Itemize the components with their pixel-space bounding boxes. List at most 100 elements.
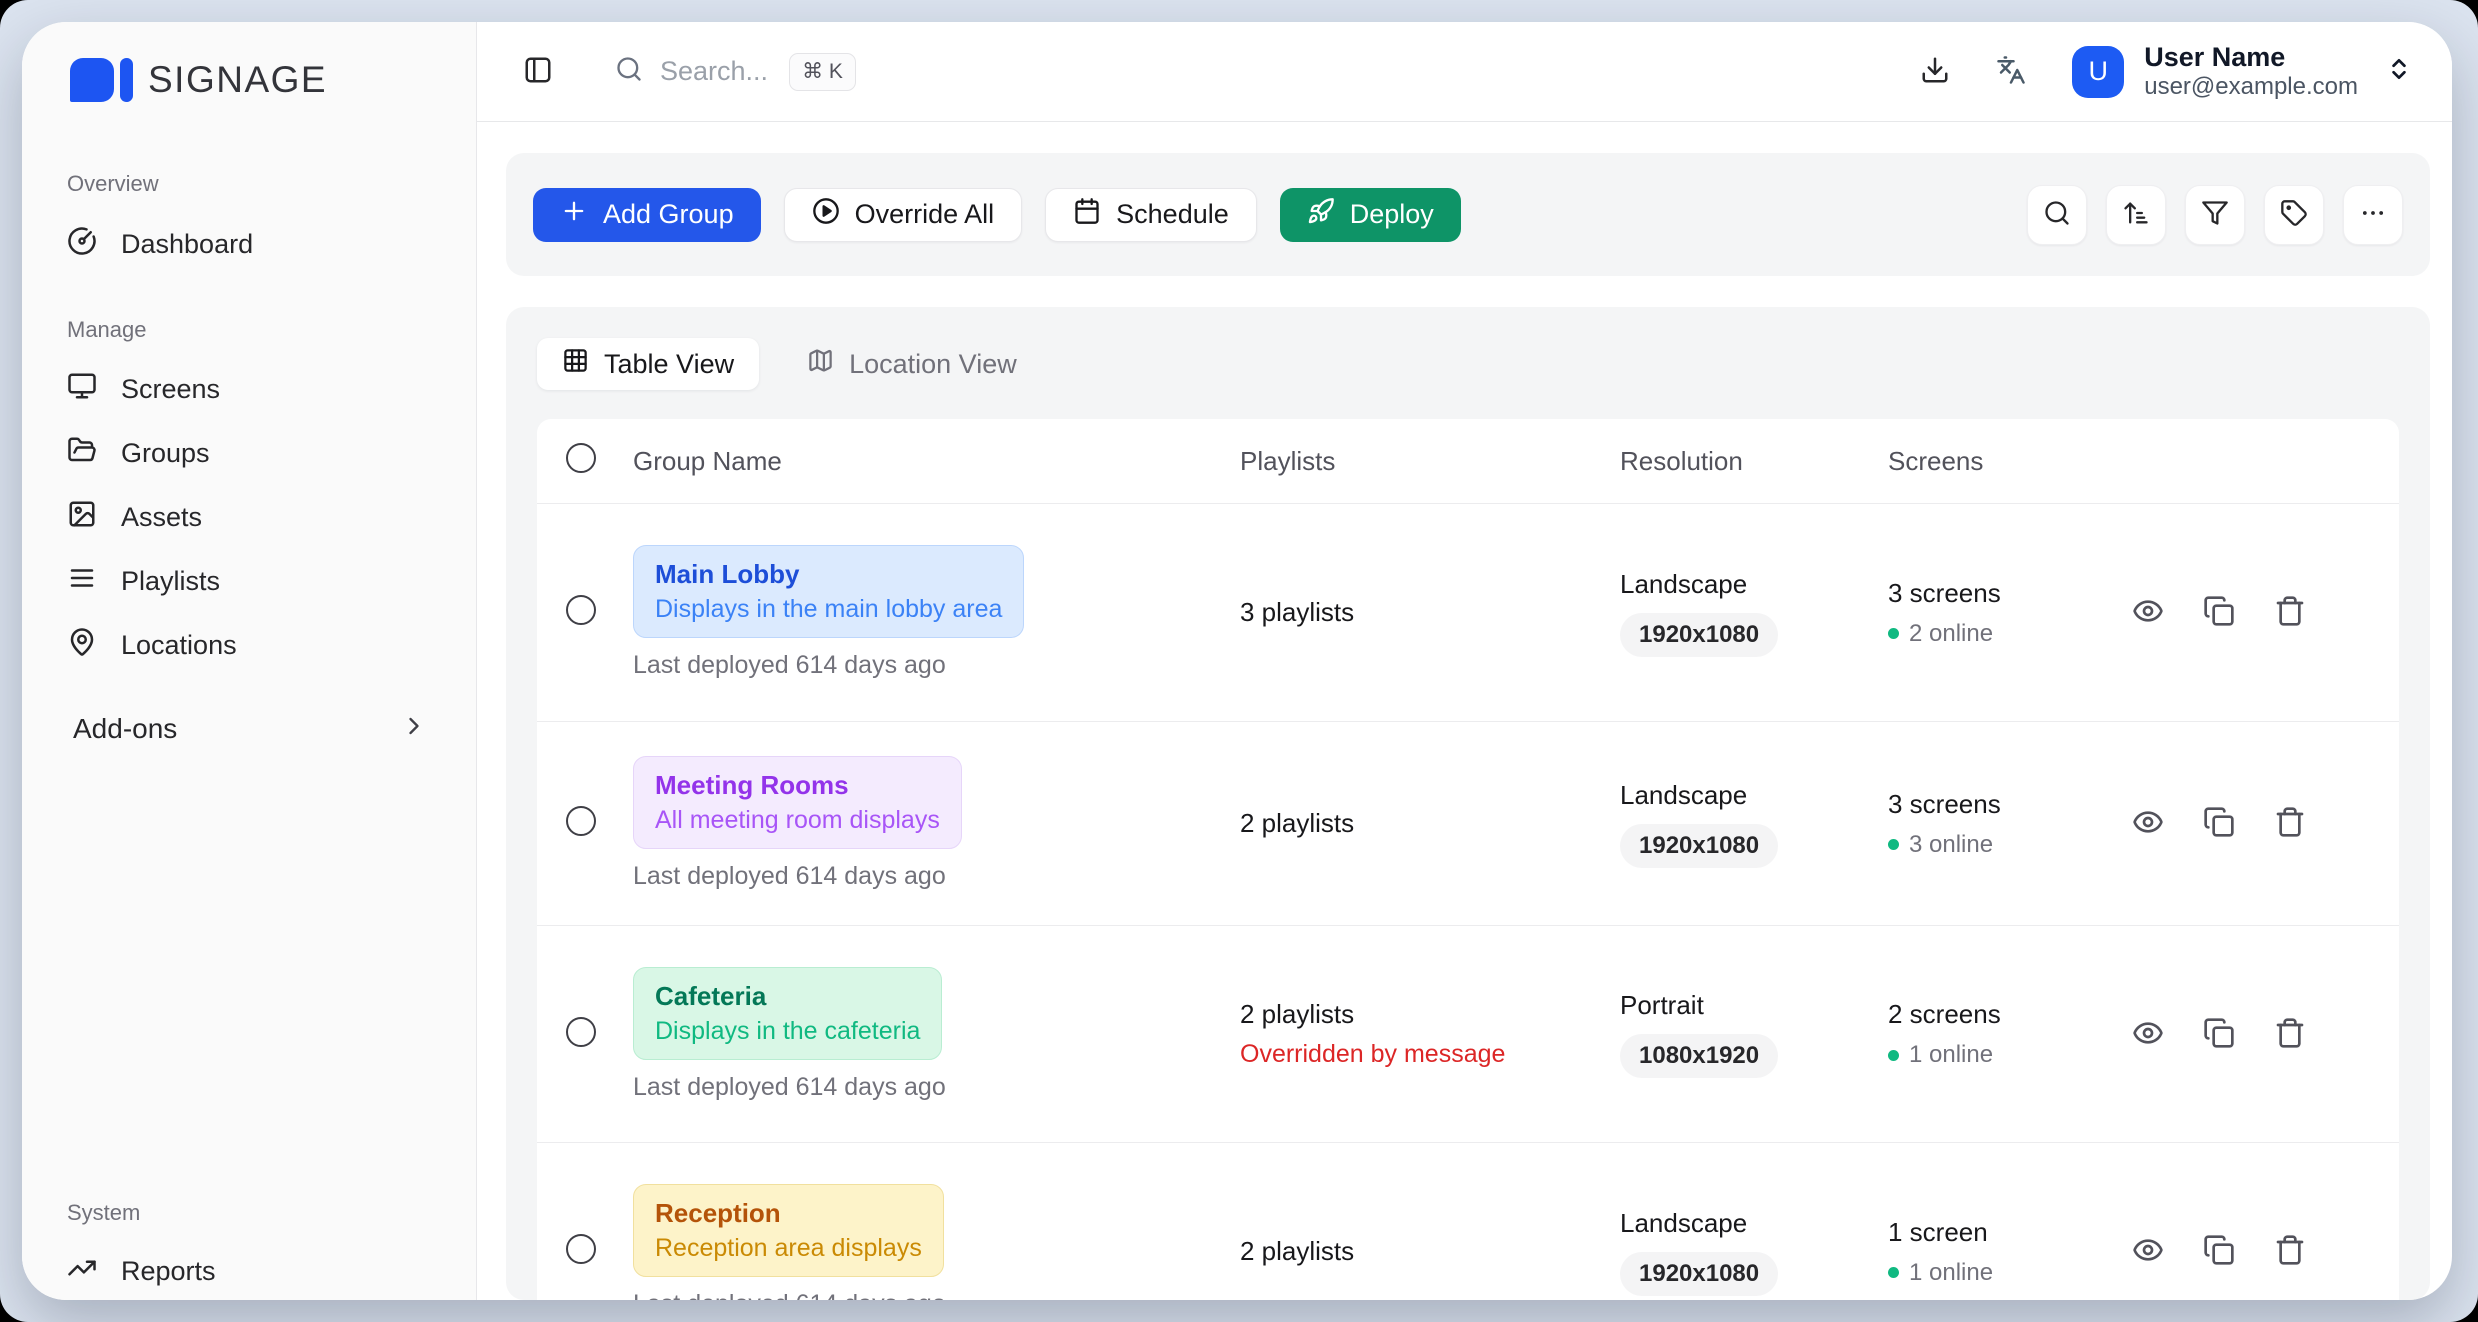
row-checkbox[interactable] — [566, 806, 596, 836]
map-icon — [807, 347, 834, 381]
table-row: Main Lobby Displays in the main lobby ar… — [537, 504, 2399, 722]
sidebar-item-groups[interactable]: Groups — [22, 421, 476, 485]
copy-icon — [2203, 806, 2235, 841]
view-tabs: Table View Location View — [537, 338, 2399, 390]
group-description: Reception area displays — [655, 1234, 922, 1263]
more-options-button[interactable] — [2343, 185, 2403, 245]
duplicate-group-button[interactable] — [2203, 595, 2235, 630]
list-icon — [67, 563, 97, 600]
resolution-badge: 1920x1080 — [1620, 824, 1778, 868]
sidebar-item-reports[interactable]: Reports — [22, 1239, 476, 1300]
delete-group-button[interactable] — [2274, 1017, 2306, 1052]
last-deployed-text: Last deployed 614 days ago — [633, 1073, 1240, 1102]
group-badge[interactable]: Meeting Rooms All meeting room displays — [633, 756, 962, 849]
sidebar-item-addons[interactable]: Add-ons — [22, 697, 476, 761]
sidebar-system-section: System Reports — [22, 1200, 476, 1300]
language-button[interactable] — [1996, 55, 2026, 88]
view-group-button[interactable] — [2132, 595, 2164, 630]
plus-icon — [560, 197, 588, 232]
online-status-dot — [1888, 1050, 1899, 1061]
deploy-button[interactable]: Deploy — [1280, 188, 1461, 242]
topbar: Search... ⌘ K U User Name user@example — [477, 22, 2452, 122]
tag-button[interactable] — [2264, 185, 2324, 245]
groups-panel: Table View Location View Group Name Play… — [506, 307, 2430, 1300]
folder-open-icon — [67, 435, 97, 472]
trash-icon — [2274, 806, 2306, 841]
trending-up-icon — [67, 1253, 97, 1290]
table-row: Reception Reception area displays Last d… — [537, 1143, 2399, 1300]
resolution-badge: 1080x1920 — [1620, 1034, 1778, 1078]
search-input[interactable]: Search... ⌘ K — [615, 53, 856, 91]
sidebar-item-label: Reports — [121, 1256, 216, 1287]
sidebar-item-assets[interactable]: Assets — [22, 485, 476, 549]
filter-button[interactable] — [2185, 185, 2245, 245]
eye-icon — [2132, 806, 2164, 841]
orientation-label: Landscape — [1620, 780, 1888, 811]
screen-background: SIGNAGE Overview Dashboard Manage Screen… — [0, 0, 2478, 1322]
user-menu[interactable]: U User Name user@example.com — [2072, 41, 2412, 102]
tab-table-view[interactable]: Table View — [537, 338, 759, 390]
group-badge[interactable]: Reception Reception area displays — [633, 1184, 944, 1277]
sidebar-item-screens[interactable]: Screens — [22, 357, 476, 421]
sidebar-item-dashboard[interactable]: Dashboard — [22, 212, 476, 276]
group-description: Displays in the cafeteria — [655, 1017, 920, 1046]
table-body: Main Lobby Displays in the main lobby ar… — [537, 504, 2399, 1300]
online-status-dot — [1888, 1267, 1899, 1278]
delete-group-button[interactable] — [2274, 1234, 2306, 1269]
search-icon — [615, 55, 643, 88]
download-icon — [1920, 55, 1950, 88]
sidebar-item-label: Add-ons — [73, 713, 177, 745]
duplicate-group-button[interactable] — [2203, 1234, 2235, 1269]
user-name: User Name — [2144, 41, 2358, 73]
row-checkbox[interactable] — [566, 595, 596, 625]
group-badge[interactable]: Cafeteria Displays in the cafeteria — [633, 967, 942, 1060]
online-count: 2 online — [1909, 620, 1993, 648]
online-status: 2 online — [1888, 620, 2132, 648]
download-button[interactable] — [1920, 55, 1950, 88]
online-status: 1 online — [1888, 1259, 2132, 1287]
orientation-label: Landscape — [1620, 1208, 1888, 1239]
brand-logo: SIGNAGE — [22, 55, 476, 105]
delete-group-button[interactable] — [2274, 595, 2306, 630]
header-resolution: Resolution — [1620, 446, 1888, 477]
schedule-button[interactable]: Schedule — [1045, 188, 1257, 242]
add-group-button[interactable]: Add Group — [533, 188, 761, 242]
table-row: Cafeteria Displays in the cafeteria Last… — [537, 926, 2399, 1143]
row-checkbox[interactable] — [566, 1017, 596, 1047]
view-group-button[interactable] — [2132, 1017, 2164, 1052]
panel-left-icon — [523, 55, 553, 88]
view-group-button[interactable] — [2132, 806, 2164, 841]
translate-icon — [1996, 55, 2026, 88]
sidebar-toggle-button[interactable] — [523, 55, 553, 88]
playlists-count: 2 playlists — [1240, 1236, 1620, 1267]
user-email: user@example.com — [2144, 73, 2358, 102]
sidebar-item-label: Locations — [121, 630, 237, 661]
copy-icon — [2203, 1017, 2235, 1052]
sidebar-section-manage: Manage — [22, 317, 476, 343]
screens-count: 2 screens — [1888, 999, 2132, 1030]
button-label: Override All — [855, 199, 995, 230]
sidebar-item-label: Screens — [121, 374, 220, 405]
override-text: Overridden by message — [1240, 1040, 1620, 1069]
duplicate-group-button[interactable] — [2203, 806, 2235, 841]
header-screens: Screens — [1888, 446, 2132, 477]
view-group-button[interactable] — [2132, 1234, 2164, 1269]
playlists-count: 2 playlists — [1240, 808, 1620, 839]
override-all-button[interactable]: Override All — [784, 188, 1023, 242]
row-checkbox[interactable] — [566, 1234, 596, 1264]
sort-button[interactable] — [2106, 185, 2166, 245]
rocket-icon — [1307, 197, 1335, 232]
duplicate-group-button[interactable] — [2203, 1017, 2235, 1052]
sidebar-item-locations[interactable]: Locations — [22, 613, 476, 677]
tab-location-view[interactable]: Location View — [782, 338, 1042, 390]
trash-icon — [2274, 595, 2306, 630]
delete-group-button[interactable] — [2274, 806, 2306, 841]
sidebar-item-playlists[interactable]: Playlists — [22, 549, 476, 613]
button-label: Deploy — [1350, 199, 1434, 230]
playlists-count: 3 playlists — [1240, 597, 1620, 628]
select-all-checkbox[interactable] — [566, 443, 596, 473]
group-description: Displays in the main lobby area — [655, 595, 1002, 624]
button-label: Add Group — [603, 199, 734, 230]
group-badge[interactable]: Main Lobby Displays in the main lobby ar… — [633, 545, 1024, 638]
search-groups-button[interactable] — [2027, 185, 2087, 245]
